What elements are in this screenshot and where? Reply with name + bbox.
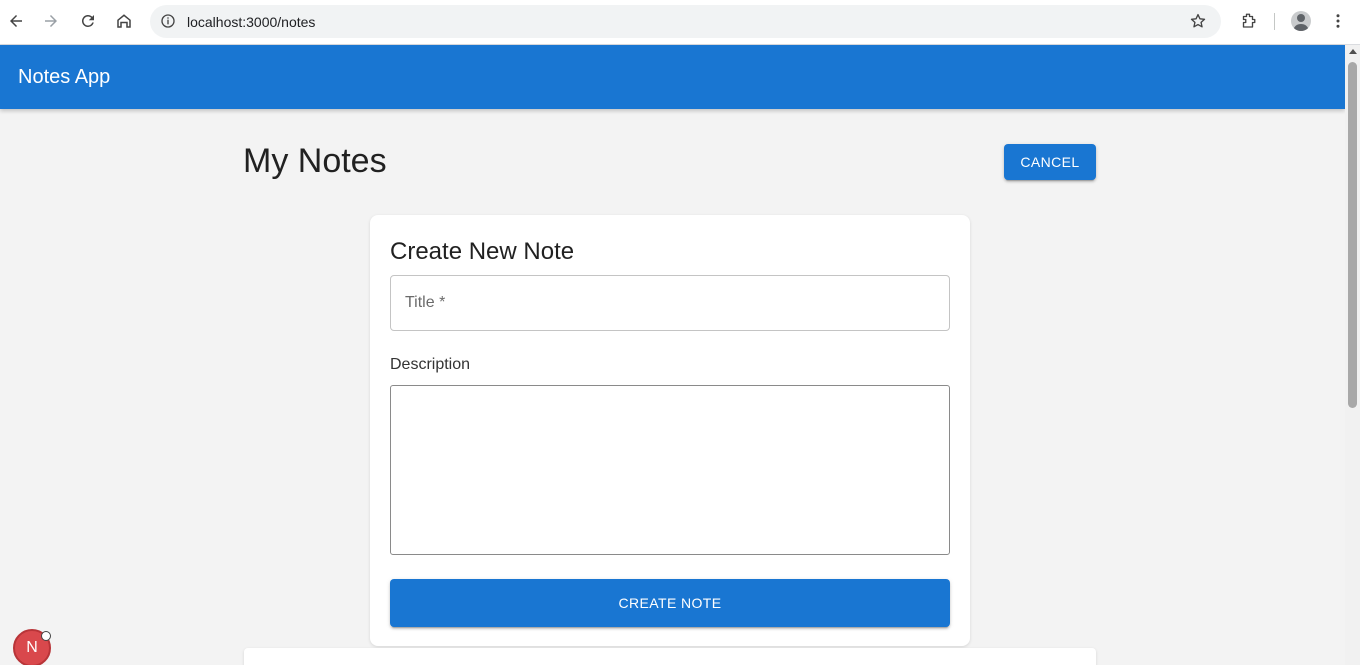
back-button[interactable]: [3, 8, 29, 34]
toolbar-divider: [1274, 13, 1275, 30]
app-bar: Notes App: [0, 45, 1345, 109]
info-icon[interactable]: [160, 13, 176, 29]
extensions-icon: [1242, 13, 1256, 28]
browser-menu-button[interactable]: [1325, 8, 1351, 34]
page-scrollbar[interactable]: [1345, 45, 1360, 665]
home-icon: [117, 14, 131, 28]
title-placeholder: Title *: [405, 294, 446, 311]
home-button[interactable]: [111, 8, 137, 34]
browser-toolbar: localhost:3000/notes: [0, 0, 1360, 45]
notes-list-card: [244, 648, 1096, 665]
star-icon[interactable]: [1189, 12, 1207, 30]
dev-indicator-status-dot: [41, 631, 51, 641]
url-text: localhost:3000/notes: [187, 14, 316, 30]
forward-button[interactable]: [38, 8, 64, 34]
cancel-button[interactable]: CANCEL: [1004, 144, 1096, 180]
create-note-button[interactable]: CREATE NOTE: [390, 579, 950, 627]
create-note-card: Create New Note Title * Description CREA…: [370, 215, 970, 646]
app-title: Notes App: [18, 66, 111, 88]
reload-button[interactable]: [75, 8, 101, 34]
address-bar[interactable]: localhost:3000/notes: [150, 5, 1221, 38]
back-icon: [10, 15, 22, 27]
description-label: Description: [390, 356, 471, 373]
menu-icon: [1336, 14, 1340, 28]
create-note-heading: Create New Note: [390, 238, 575, 265]
forward-icon: [45, 15, 57, 27]
scroll-thumb[interactable]: [1348, 62, 1357, 408]
profile-avatar[interactable]: [1291, 11, 1311, 31]
title-input[interactable]: Title *: [390, 275, 950, 331]
description-textarea[interactable]: [390, 385, 950, 555]
extensions-button[interactable]: [1235, 8, 1261, 34]
avatar-person-icon: [1293, 14, 1309, 31]
page-title: My Notes: [243, 142, 387, 180]
reload-icon: [81, 14, 94, 27]
scroll-up-arrow-icon[interactable]: [1349, 49, 1357, 54]
